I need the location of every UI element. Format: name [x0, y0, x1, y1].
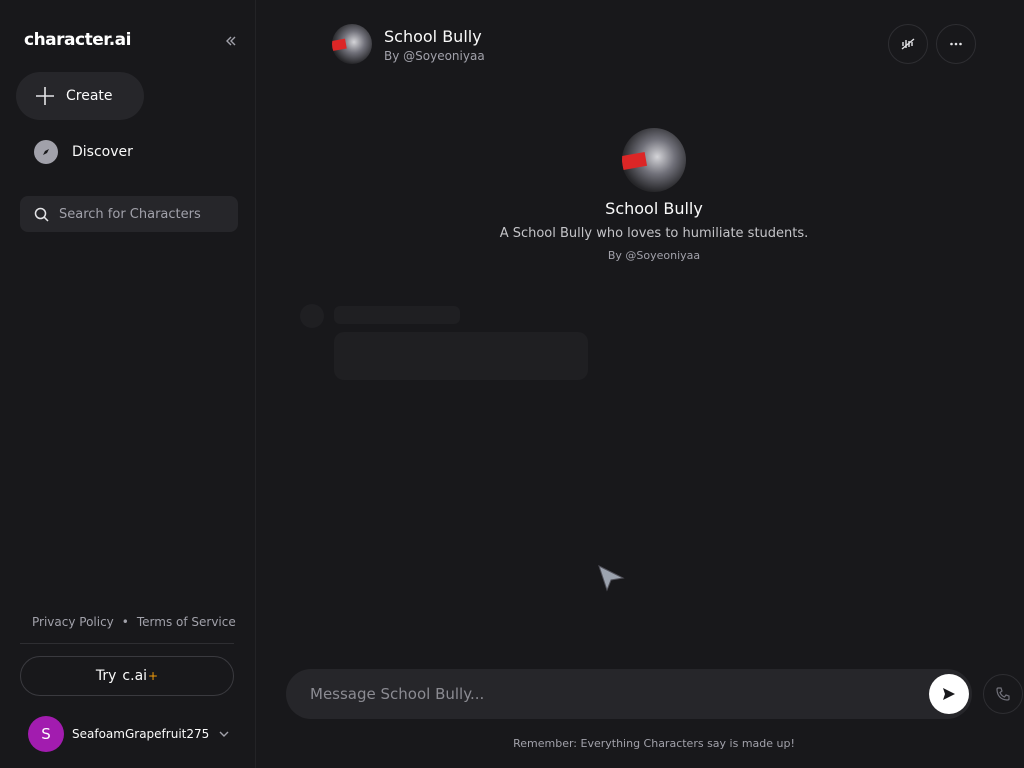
plus-icon	[36, 87, 54, 105]
phone-icon	[996, 687, 1010, 701]
character-name: School Bully	[384, 27, 482, 46]
discover-button[interactable]: Discover	[16, 130, 236, 174]
voice-toggle-button[interactable]	[888, 24, 928, 64]
intro-description: A School Bully who loves to humiliate st…	[499, 226, 809, 241]
create-button[interactable]: Create	[16, 72, 144, 120]
try-label: Try	[95, 668, 117, 684]
character-avatar[interactable]	[332, 24, 372, 64]
plus-badge: +	[148, 669, 159, 683]
footer-separator: •	[121, 615, 129, 629]
mouse-pointer-icon	[598, 565, 625, 592]
chevron-down-icon	[219, 731, 229, 737]
call-button[interactable]	[983, 674, 1023, 714]
user-menu[interactable]: S SeafoamGrapefruit275	[28, 716, 238, 752]
try-cai-plus-button[interactable]: Try c.ai +	[20, 656, 234, 696]
send-button[interactable]	[929, 674, 969, 714]
privacy-policy-link[interactable]: Privacy Policy	[32, 615, 114, 629]
message-skeleton-avatar	[300, 304, 324, 328]
terms-of-service-link[interactable]: Terms of Service	[137, 615, 236, 629]
app-logo[interactable]: character.ai	[24, 30, 131, 50]
search-icon	[34, 207, 49, 222]
disclaimer-text: Remember: Everything Characters say is m…	[513, 737, 795, 750]
try-brand: c.ai	[122, 668, 148, 684]
send-icon	[943, 688, 955, 700]
more-horizontal-icon	[950, 42, 962, 46]
user-avatar: S	[28, 716, 64, 752]
search-input[interactable]	[59, 206, 229, 222]
message-input[interactable]	[310, 685, 910, 703]
message-skeleton-body	[334, 332, 588, 380]
intro-avatar	[622, 128, 686, 192]
sidebar-divider	[20, 643, 234, 644]
discover-label: Discover	[72, 144, 133, 160]
more-options-button[interactable]	[936, 24, 976, 64]
collapse-sidebar-button[interactable]	[220, 30, 242, 52]
footer-links: Privacy Policy • Terms of Service	[32, 615, 236, 629]
double-chevron-left-icon	[226, 36, 236, 46]
username: SeafoamGrapefruit275	[72, 727, 210, 741]
intro-character-name: School Bully	[605, 199, 703, 218]
character-creator[interactable]: By @Soyeoniyaa	[384, 49, 485, 63]
compass-icon	[34, 140, 58, 164]
create-label: Create	[66, 88, 113, 104]
character-search	[20, 196, 238, 232]
message-composer	[286, 669, 972, 719]
intro-creator[interactable]: By @Soyeoniyaa	[554, 249, 754, 262]
sidebar: character.ai Create Discover Privacy Pol…	[0, 0, 256, 768]
voice-off-icon	[901, 38, 915, 50]
message-skeleton-name	[334, 306, 460, 324]
